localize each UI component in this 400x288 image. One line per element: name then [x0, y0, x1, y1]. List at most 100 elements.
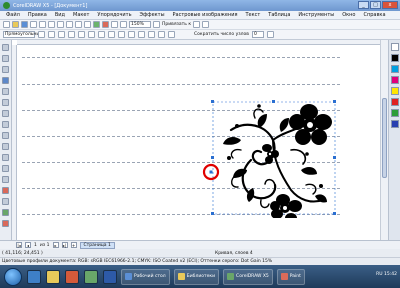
- guideline[interactable]: [22, 57, 340, 58]
- save-icon[interactable]: [21, 21, 28, 28]
- polygon-tool-icon[interactable]: [2, 132, 9, 139]
- word-icon[interactable]: [103, 269, 117, 284]
- export-icon[interactable]: [102, 21, 109, 28]
- vertical-scrollbar[interactable]: [380, 40, 388, 240]
- color-swatch-blue[interactable]: [390, 120, 399, 128]
- zoom-tool-icon[interactable]: [2, 77, 9, 84]
- menu-file[interactable]: Файл: [2, 12, 24, 18]
- dimension-tool-icon[interactable]: [2, 176, 9, 183]
- drawing-canvas[interactable]: [18, 46, 380, 240]
- search-icon[interactable]: [84, 21, 91, 28]
- menu-text[interactable]: Текст: [241, 12, 264, 18]
- horizontal-ruler[interactable]: [17, 40, 400, 45]
- basic-shapes-icon[interactable]: [2, 143, 9, 150]
- page-tab[interactable]: Страница 1: [79, 241, 115, 249]
- first-page-button[interactable]: |◂: [16, 242, 22, 248]
- reduce-nodes-input[interactable]: 0: [251, 31, 264, 38]
- menu-effects[interactable]: Эффекты: [136, 12, 169, 18]
- add-page-button[interactable]: +: [70, 242, 77, 248]
- open-folder-icon[interactable]: [12, 21, 19, 28]
- import-icon[interactable]: [93, 21, 100, 28]
- to-line-icon[interactable]: [108, 31, 115, 38]
- join-nodes-icon[interactable]: [88, 31, 95, 38]
- reverse-direction-icon[interactable]: [158, 31, 165, 38]
- close-button[interactable]: x: [382, 1, 398, 9]
- close-curve-icon[interactable]: [168, 31, 175, 38]
- taskbar-item[interactable]: Рабочий стол: [121, 268, 170, 285]
- browser-icon[interactable]: [27, 269, 41, 284]
- application-launcher-icon[interactable]: [111, 21, 118, 28]
- new-document-icon[interactable]: [3, 21, 10, 28]
- remove-preset-icon[interactable]: [48, 31, 55, 38]
- taskbar-item[interactable]: CorelDRAW X5: [223, 268, 273, 285]
- menu-edit[interactable]: Правка: [24, 12, 51, 18]
- interactive-fill-icon[interactable]: [2, 187, 9, 194]
- media-player-icon[interactable]: [65, 269, 79, 284]
- eyedropper-tool-icon[interactable]: [2, 198, 9, 205]
- last-page-button[interactable]: ▸|: [61, 242, 68, 248]
- smooth-node-icon[interactable]: [138, 31, 145, 38]
- symmetric-node-icon[interactable]: [148, 31, 155, 38]
- crop-tool-icon[interactable]: [2, 66, 9, 73]
- copy-icon[interactable]: [48, 21, 55, 28]
- fill-tool-icon[interactable]: [2, 220, 9, 227]
- to-curve-icon[interactable]: [118, 31, 125, 38]
- zoom-level-select[interactable]: 150%: [129, 21, 151, 28]
- menu-view[interactable]: Вид: [51, 12, 69, 18]
- color-swatch-yellow[interactable]: [390, 87, 399, 95]
- rectangle-tool-icon[interactable]: [2, 110, 9, 117]
- chevron-down-icon[interactable]: [153, 21, 160, 28]
- guideline[interactable]: [22, 84, 340, 85]
- snap-to-dropdown[interactable]: Привязать к: [162, 22, 191, 27]
- welcome-screen-icon[interactable]: [120, 21, 127, 28]
- table-tool-icon[interactable]: [2, 165, 9, 172]
- color-swatch-none[interactable]: [390, 43, 399, 51]
- system-tray-clock[interactable]: RU 15:42: [376, 272, 397, 277]
- menu-tools[interactable]: Инструменты: [294, 12, 338, 18]
- start-button[interactable]: [4, 267, 22, 286]
- delete-node-icon[interactable]: [78, 31, 85, 38]
- menu-layout[interactable]: Макет: [69, 12, 93, 18]
- paste-icon[interactable]: [57, 21, 64, 28]
- next-page-button[interactable]: ▸: [52, 242, 59, 248]
- pick-tool-icon[interactable]: [2, 44, 9, 51]
- color-swatch-cyan[interactable]: [390, 65, 399, 73]
- vertical-ruler[interactable]: [12, 45, 17, 240]
- color-swatch-green[interactable]: [390, 109, 399, 117]
- text-tool-icon[interactable]: [2, 154, 9, 161]
- menu-help[interactable]: Справка: [359, 12, 389, 18]
- print-icon[interactable]: [30, 21, 37, 28]
- options-gear-icon[interactable]: [202, 21, 210, 28]
- add-preset-icon[interactable]: [38, 31, 45, 38]
- ellipse-tool-icon[interactable]: [2, 121, 9, 128]
- select-all-nodes-icon[interactable]: [266, 31, 274, 38]
- color-swatch-black[interactable]: [390, 54, 399, 62]
- redo-icon[interactable]: [75, 21, 82, 28]
- chevron-down-icon[interactable]: [193, 21, 201, 28]
- taskbar-item[interactable]: Paint: [276, 268, 305, 285]
- freehand-tool-icon[interactable]: [2, 88, 9, 95]
- maximize-button[interactable]: □: [370, 1, 381, 9]
- add-node-icon[interactable]: [68, 31, 75, 38]
- taskbar-item[interactable]: Библиотеки: [173, 268, 220, 285]
- minimize-button[interactable]: _: [358, 1, 369, 9]
- cusp-node-icon[interactable]: [128, 31, 135, 38]
- previous-page-button[interactable]: ◂: [25, 242, 31, 248]
- menu-table[interactable]: Таблица: [264, 12, 294, 18]
- break-curve-icon[interactable]: [98, 31, 105, 38]
- color-profile-text[interactable]: Цветовые профили документа: RGB: sRGB IE…: [2, 259, 272, 264]
- corel-app-icon[interactable]: [84, 269, 98, 284]
- smart-fill-icon[interactable]: [2, 99, 9, 106]
- outline-pen-icon[interactable]: [2, 209, 9, 216]
- scrollbar-thumb[interactable]: [382, 98, 387, 178]
- menu-arrange[interactable]: Упорядочить: [93, 12, 135, 18]
- menu-bitmaps[interactable]: Растровые изображения: [169, 12, 242, 18]
- preset-select[interactable]: Прямоугольник: [3, 31, 42, 38]
- color-swatch-magenta[interactable]: [390, 76, 399, 84]
- floral-ornament-artwork[interactable]: [211, 100, 337, 218]
- color-swatch-red[interactable]: [390, 98, 399, 106]
- reduce-nodes-label[interactable]: Сократить число узлов: [194, 32, 249, 37]
- menu-window[interactable]: Окно: [338, 12, 359, 18]
- node-shape-icon[interactable]: [58, 31, 65, 38]
- explorer-icon[interactable]: [46, 269, 60, 284]
